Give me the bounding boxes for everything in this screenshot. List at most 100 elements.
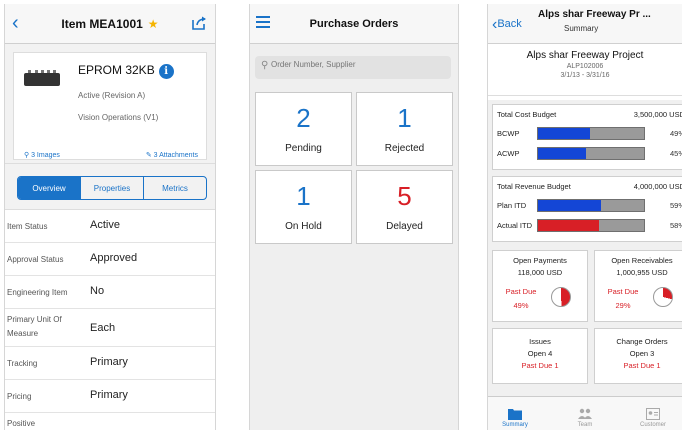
bottom-tab-bar: Summary Team Customer xyxy=(488,396,682,430)
bar-percent: 58% xyxy=(669,221,682,230)
images-link[interactable]: ⚲ 3 Images xyxy=(24,151,60,159)
attachments-link[interactable]: ✎ 3 Attachments xyxy=(146,151,198,159)
bar-track xyxy=(537,127,645,140)
tab-customer[interactable]: Customer xyxy=(628,408,678,428)
field-label: Approval Status xyxy=(7,255,64,264)
tab-properties[interactable]: Properties xyxy=(80,177,143,199)
tab-overview[interactable]: Overview xyxy=(18,177,80,199)
tab-metrics[interactable]: Metrics xyxy=(143,177,206,199)
item-name-row: EPROM 32KB i xyxy=(78,63,174,79)
tile-pending[interactable]: 2 Pending xyxy=(255,92,352,166)
project-header-title: Alps shar Freeway Pr ... xyxy=(538,9,651,20)
images-link-label: 3 Images xyxy=(31,152,60,159)
field-value: Active xyxy=(90,219,120,231)
item-tabs-wrap: Overview Properties Metrics xyxy=(5,164,215,210)
item-detail-screen: ‹ Item MEA1001 ★ EPROM 32KB i Active (Rev… xyxy=(4,4,216,430)
payments-pie-chart xyxy=(551,287,571,307)
change-orders-title: Change Orders xyxy=(616,337,668,346)
receivables-pie-chart xyxy=(653,287,673,307)
tile-label: Delayed xyxy=(386,221,423,232)
chip-image xyxy=(24,70,60,86)
issues-card[interactable]: Issues Open 4 Past Due 1 xyxy=(492,328,588,384)
change-orders-card[interactable]: Change Orders Open 3 Past Due 1 xyxy=(594,328,682,384)
back-button[interactable]: ‹Back xyxy=(492,16,522,34)
po-header: Purchase Orders xyxy=(250,4,458,44)
tile-count: 5 xyxy=(397,181,412,211)
field-label: Primary Unit Of xyxy=(7,315,62,324)
item-fields-list: Item Status Active Approval Status Appro… xyxy=(5,210,215,430)
change-orders-open: Open 3 xyxy=(629,349,655,358)
bar-label: ACWP xyxy=(497,149,520,158)
tab-team[interactable]: Team xyxy=(560,408,610,428)
tab-summary[interactable]: Summary xyxy=(490,408,540,428)
field-row: Approval Status Approved xyxy=(5,243,215,276)
bar-track xyxy=(537,147,645,160)
bar-fill xyxy=(538,220,600,231)
share-icon[interactable] xyxy=(192,16,207,30)
field-label: Positive xyxy=(7,419,36,428)
tile-label: Pending xyxy=(285,143,322,154)
payments-past-due-label: Past Due xyxy=(505,287,537,296)
item-segmented-control: Overview Properties Metrics xyxy=(17,176,207,200)
field-value: Approved xyxy=(90,252,138,264)
field-value: Each xyxy=(90,322,116,334)
tile-count: 1 xyxy=(397,103,412,133)
acwp-bar-row: ACWP 45% xyxy=(497,147,682,160)
bcwp-bar-row: BCWP 49% xyxy=(497,127,682,140)
folder-icon xyxy=(508,409,522,420)
info-icon[interactable]: i xyxy=(158,64,174,79)
payments-amount: 118,000 USD xyxy=(517,268,563,277)
star-icon[interactable]: ★ xyxy=(148,17,159,31)
issues-open: Open 4 xyxy=(527,349,553,358)
bar-percent: 49% xyxy=(669,129,682,138)
open-payments-card[interactable]: Open Payments 118,000 USD Past Due 49% xyxy=(492,250,588,322)
field-label-line2: Measure xyxy=(7,329,39,338)
cost-budget-label: Total Cost Budget xyxy=(497,110,557,119)
cost-budget-value: 3,500,000 USD xyxy=(633,110,682,119)
bar-label: BCWP xyxy=(497,129,520,138)
revenue-budget-label: Total Revenue Budget xyxy=(497,182,571,191)
field-label: Engineering Item xyxy=(7,288,68,297)
field-label: Item Status xyxy=(7,222,48,231)
item-status-line: Active (Revision A) xyxy=(78,91,146,100)
paperclip-icon: ✎ xyxy=(145,152,152,159)
issues-title: Issues xyxy=(529,337,551,346)
hamburger-menu-icon[interactable] xyxy=(256,16,270,28)
open-receivables-card[interactable]: Open Receivables 1,000,955 USD Past Due … xyxy=(594,250,682,322)
revenue-budget-panel[interactable]: Total Revenue Budget 4,000,000 USD Plan … xyxy=(492,176,682,242)
back-chevron-icon[interactable]: ‹ xyxy=(12,13,19,33)
back-label: Back xyxy=(497,18,522,30)
item-name: EPROM 32KB xyxy=(78,63,155,77)
tile-rejected[interactable]: 1 Rejected xyxy=(356,92,453,166)
field-value: Primary xyxy=(90,389,128,401)
item-title: Item MEA1001 xyxy=(61,16,143,31)
field-row: Primary Unit Of Measure Each xyxy=(5,309,215,347)
payments-title: Open Payments xyxy=(513,256,567,265)
change-orders-past-due: Past Due 1 xyxy=(623,361,661,370)
po-title: Purchase Orders xyxy=(309,17,399,30)
field-row: Positive 0 xyxy=(5,413,215,430)
field-row: Engineering Item No xyxy=(5,276,215,309)
bar-fill xyxy=(538,148,586,159)
bar-track xyxy=(537,199,645,212)
po-search-input[interactable] xyxy=(271,60,441,69)
plan-itd-bar-row: Plan ITD 59% xyxy=(497,199,682,212)
tile-label: On Hold xyxy=(285,221,322,232)
project-header-subtitle: Summary xyxy=(564,24,599,33)
field-row: Tracking Primary xyxy=(5,347,215,380)
project-header: ‹Back Alps shar Freeway Pr ... Summary xyxy=(488,4,682,44)
bar-fill xyxy=(538,200,601,211)
tile-delayed[interactable]: 5 Delayed xyxy=(356,170,453,244)
field-label: Tracking xyxy=(7,359,38,368)
po-search-box[interactable]: ⚲ xyxy=(255,56,451,79)
field-value: No xyxy=(90,285,105,297)
field-value: Primary xyxy=(90,356,128,368)
payments-past-due-pct: 49% xyxy=(513,301,529,310)
tile-count: 2 xyxy=(296,103,311,133)
cost-budget-panel[interactable]: Total Cost Budget 3,500,000 USD BCWP 49%… xyxy=(492,104,682,170)
bar-label: Plan ITD xyxy=(497,201,527,210)
tile-on-hold[interactable]: 1 On Hold xyxy=(255,170,352,244)
tile-label: Rejected xyxy=(384,143,425,154)
receivables-past-due-pct: 29% xyxy=(615,301,631,310)
project-summary-screen: ‹Back Alps shar Freeway Pr ... Summary A… xyxy=(487,4,682,430)
